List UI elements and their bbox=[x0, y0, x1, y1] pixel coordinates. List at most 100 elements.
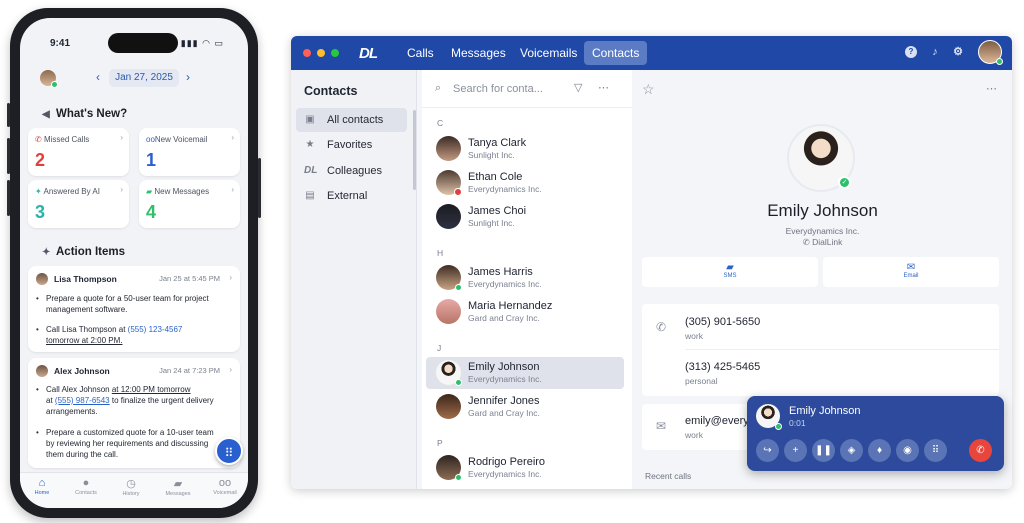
keypad-button[interactable]: ⠿ bbox=[924, 439, 947, 462]
phone-number[interactable]: (305) 901-5650 bbox=[685, 316, 760, 328]
contact-name: Emily Johnson bbox=[468, 361, 540, 373]
avatar bbox=[436, 136, 461, 161]
contact-row[interactable]: James Harris Everydynamics Inc. bbox=[426, 262, 624, 294]
search-icon: ⌕ bbox=[435, 82, 442, 94]
avatar bbox=[436, 455, 462, 481]
nav-contacts[interactable]: Contacts bbox=[584, 41, 648, 65]
phone-volume-down bbox=[7, 180, 10, 216]
hold-button[interactable]: ❚❚ bbox=[812, 439, 835, 462]
nav-voicemails[interactable]: Voicemails bbox=[512, 41, 585, 65]
chevron-right-icon: › bbox=[120, 185, 123, 194]
sidebar-item-all-contacts[interactable]: ▣ All contacts bbox=[296, 108, 407, 132]
tab-contacts[interactable]: ● Contacts bbox=[64, 477, 108, 496]
sparkle-icon: ✦ bbox=[35, 187, 42, 196]
dialpad-fab[interactable]: ⠿ bbox=[215, 437, 243, 465]
contact-name: Jennifer Jones bbox=[468, 395, 540, 407]
sidebar-item-label: All contacts bbox=[327, 114, 384, 126]
bullet-text: at 12:00 PM tomorrow bbox=[111, 385, 191, 394]
bell-icon[interactable]: ♪ bbox=[929, 46, 941, 58]
action-card-lisa[interactable]: Lisa Thompson Jan 25 at 5:45 PM › Prepar… bbox=[28, 266, 240, 352]
user-avatar[interactable] bbox=[978, 40, 1003, 65]
contact-row[interactable]: Rodrigo Pereiro Everydynamics Inc. bbox=[426, 452, 624, 484]
divider bbox=[685, 349, 999, 350]
maximize-window-icon[interactable] bbox=[331, 49, 339, 57]
star-icon[interactable]: ☆ bbox=[642, 81, 655, 98]
tab-history[interactable]: ◷ History bbox=[109, 477, 153, 497]
contact-org: Everydynamics Inc. bbox=[468, 374, 542, 384]
close-window-icon[interactable] bbox=[303, 49, 311, 57]
contact-org: Sunlight Inc. bbox=[468, 150, 515, 160]
online-status-icon bbox=[775, 423, 782, 430]
hang-up-icon: ✆ bbox=[976, 445, 985, 456]
tile-new-messages[interactable]: ▰ New Messages › 4 bbox=[139, 180, 240, 228]
user-avatar[interactable] bbox=[40, 70, 58, 88]
tile-value: 2 bbox=[35, 150, 46, 170]
mute-button[interactable]: ♦ bbox=[868, 439, 891, 462]
voicemail-icon: oo bbox=[218, 477, 232, 489]
tile-new-voicemail[interactable]: ooNew Voicemail › 1 bbox=[139, 128, 240, 176]
phone-number[interactable]: (313) 425-5465 bbox=[685, 361, 760, 373]
top-bar: DL Calls Messages Voicemails Contacts ? … bbox=[291, 36, 1012, 70]
tile-label-text: New Messages bbox=[154, 187, 210, 196]
nav-calls[interactable]: Calls bbox=[399, 41, 442, 65]
contact-name: Ethan Cole bbox=[468, 171, 523, 183]
sidebar-item-external[interactable]: ▤ External bbox=[296, 184, 407, 208]
more-options-icon[interactable]: ⋯ bbox=[598, 81, 609, 94]
contact-row-selected[interactable]: Emily Johnson Everydynamics Inc. bbox=[426, 357, 624, 389]
sidebar-item-favorites[interactable]: ★ Favorites bbox=[296, 133, 407, 157]
chevron-right-icon[interactable]: › bbox=[186, 70, 190, 84]
record-button[interactable]: ◉ bbox=[896, 439, 919, 462]
sms-button[interactable]: ▰ SMS bbox=[642, 257, 818, 287]
call-duration: 0:01 bbox=[789, 418, 806, 428]
sidebar-item-colleagues[interactable]: DL Colleagues bbox=[296, 159, 407, 183]
tab-voicemail[interactable]: oo Voicemail bbox=[203, 477, 247, 496]
tile-label-text: New Voicemail bbox=[154, 135, 208, 144]
filter-icon[interactable]: ▽ bbox=[574, 81, 582, 94]
contact-row[interactable]: James Choi Sunlight Inc. bbox=[426, 201, 624, 233]
search-input[interactable] bbox=[453, 80, 563, 98]
phone-device: 9:41 ▮▮▮ ◠ ▭ ‹ Jan 27, 2025 › ◀ What's Ne… bbox=[7, 8, 261, 518]
busy-status-icon bbox=[454, 188, 462, 196]
nav-messages[interactable]: Messages bbox=[443, 41, 514, 65]
sidebar-scrollbar[interactable] bbox=[413, 110, 416, 190]
phone-screen: 9:41 ▮▮▮ ◠ ▭ ‹ Jan 27, 2025 › ◀ What's Ne… bbox=[20, 18, 248, 508]
recent-calls-heading: Recent calls bbox=[645, 471, 692, 481]
tab-messages[interactable]: ▰ Messages bbox=[156, 477, 200, 497]
chevron-right-icon: › bbox=[231, 133, 234, 142]
email-address[interactable]: emily@every bbox=[685, 415, 749, 427]
end-call-button[interactable]: ✆ bbox=[969, 439, 992, 462]
email-button[interactable]: ✉ Email bbox=[823, 257, 999, 287]
tab-label: Voicemail bbox=[213, 490, 237, 496]
add-call-button[interactable]: + bbox=[784, 439, 807, 462]
tab-home[interactable]: ⌂ Home bbox=[20, 477, 64, 496]
tile-label-text: Missed Calls bbox=[43, 135, 90, 144]
online-status-icon bbox=[996, 58, 1003, 65]
contact-row[interactable]: Jennifer Jones Gard and Cray Inc. bbox=[426, 391, 624, 423]
more-options-icon[interactable]: ⋯ bbox=[986, 82, 997, 95]
avatar bbox=[36, 273, 48, 285]
tile-answered-by-ai[interactable]: ✦ Answered By AI › 3 bbox=[28, 180, 129, 228]
contact-name: Rodrigo Pereiro bbox=[468, 456, 546, 468]
envelope-icon: ✉ bbox=[656, 419, 667, 433]
transfer-call-button[interactable]: ↪ bbox=[756, 439, 779, 462]
phone-link[interactable]: (555) 123-4567 bbox=[128, 325, 183, 334]
chevron-right-icon: › bbox=[229, 273, 232, 282]
chevron-right-icon: › bbox=[231, 185, 234, 194]
tile-missed-calls[interactable]: ✆ Missed Calls › 2 bbox=[28, 128, 129, 176]
avatar bbox=[436, 265, 462, 291]
plus-icon: + bbox=[792, 445, 799, 456]
contact-row[interactable]: Tanya Clark Sunlight Inc. bbox=[426, 133, 624, 165]
minimize-window-icon[interactable] bbox=[317, 49, 325, 57]
sparkle-icon: ✦ bbox=[42, 247, 51, 258]
action-card-alex[interactable]: Alex Johnson Jan 24 at 7:23 PM › Call Al… bbox=[28, 358, 240, 468]
phone-type: personal bbox=[685, 376, 718, 386]
date-selector[interactable]: Jan 27, 2025 bbox=[109, 69, 179, 87]
chevron-left-icon[interactable]: ‹ bbox=[96, 70, 100, 84]
settings-icon[interactable]: ⚙ bbox=[952, 46, 964, 58]
phone-link[interactable]: (555) 987-6543 bbox=[55, 396, 110, 405]
help-icon[interactable]: ? bbox=[905, 46, 917, 58]
contact-row[interactable]: Maria Hernandez Gard and Cray Inc. bbox=[426, 296, 624, 328]
contact-row[interactable]: Ethan Cole Everydynamics Inc. bbox=[426, 167, 624, 199]
sidebar-item-label: External bbox=[327, 190, 368, 202]
speaker-button[interactable]: ◈ bbox=[840, 439, 863, 462]
